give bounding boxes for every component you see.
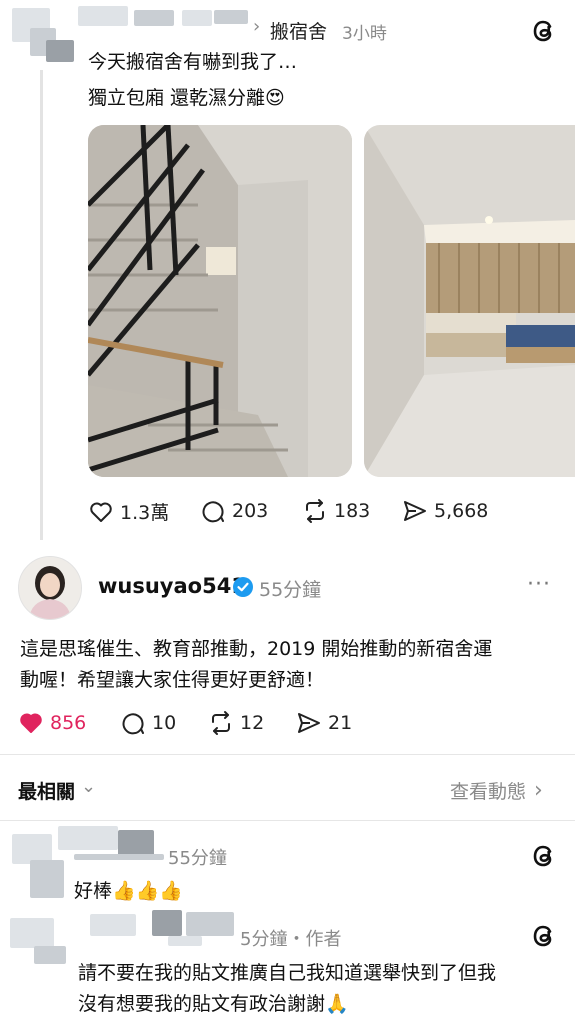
post-photo-staircase[interactable] xyxy=(88,125,352,477)
reply-share-count: 21 xyxy=(328,712,353,734)
post-like-count: 1.3萬 xyxy=(120,502,170,524)
repost-icon xyxy=(306,499,324,523)
reply-time: 55分鐘 xyxy=(259,579,322,601)
thread-line xyxy=(40,70,43,540)
divider xyxy=(0,754,575,755)
heart-filled-icon xyxy=(20,713,42,733)
reply-share-button[interactable]: 21 xyxy=(296,710,352,736)
post-photo-room[interactable] xyxy=(364,125,575,477)
comment-2-time: 5分鐘・作者 xyxy=(240,929,342,950)
post-comment-count: 203 xyxy=(232,500,269,522)
threads-icon[interactable] xyxy=(530,16,560,46)
heart-icon xyxy=(90,502,112,522)
post-comment-button[interactable]: 203 xyxy=(200,498,268,524)
post-repost-button[interactable]: 183 xyxy=(302,498,370,524)
comment-1-time: 55分鐘 xyxy=(168,848,227,869)
threads-icon[interactable] xyxy=(530,921,560,951)
verified-badge-icon xyxy=(233,577,253,597)
post-share-button[interactable]: 5,668 xyxy=(402,498,488,524)
view-activity-label: 查看動態 xyxy=(450,781,527,803)
comment-icon xyxy=(122,713,144,735)
reply-text-line2: 動喔！希望讓大家住得更好更舒適！ xyxy=(20,669,325,691)
post-share-count: 5,668 xyxy=(434,500,489,522)
post-time: 3小時 xyxy=(342,24,387,44)
breadcrumb-arrow: › xyxy=(253,16,261,37)
comment-icon xyxy=(202,501,224,523)
reply-text-line1: 這是思瑤催生、教育部推動，2019 開始推動的新宿舍運 xyxy=(20,638,493,660)
reply-username[interactable]: wusuyao541 xyxy=(98,574,246,598)
divider xyxy=(0,820,575,821)
sort-label: 最相關 xyxy=(18,781,76,803)
repost-icon xyxy=(212,711,230,735)
chevron-right-icon: › xyxy=(534,778,543,803)
send-icon xyxy=(298,713,320,733)
more-options-icon[interactable]: ··· xyxy=(527,572,551,597)
chevron-down-icon: ⌄ xyxy=(81,776,97,797)
post-repost-count: 183 xyxy=(334,500,371,522)
comment-2-text-line2: 沒有想要我的貼文有政治謝謝🙏 xyxy=(78,993,349,1015)
threads-icon[interactable] xyxy=(530,841,560,871)
reply-comment-count: 10 xyxy=(152,712,177,734)
send-icon xyxy=(404,501,426,521)
reply-like-count: 856 xyxy=(50,712,87,734)
post-text-line2: 獨立包廂 還乾濕分離😍 xyxy=(88,87,285,109)
post-like-button[interactable]: 1.3萬 xyxy=(88,498,169,525)
post-text-line1: 今天搬宿舍有嚇到我了… xyxy=(88,51,298,73)
post-channel[interactable]: 搬宿舍 xyxy=(270,17,327,44)
avatar[interactable] xyxy=(18,556,82,620)
reply-repost-button[interactable]: 12 xyxy=(208,710,264,736)
reply-repost-count: 12 xyxy=(240,712,265,734)
comment-1-text: 好棒👍👍👍 xyxy=(74,880,183,902)
view-activity-link[interactable]: 查看動態 › xyxy=(450,777,543,804)
reply-comment-button[interactable]: 10 xyxy=(120,710,176,736)
reply-like-button[interactable]: 856 xyxy=(18,710,86,736)
sort-dropdown[interactable]: 最相關 ⌄ xyxy=(18,776,97,804)
comment-2-text-line1: 請不要在我的貼文推廣自己我知道選舉快到了但我 xyxy=(78,962,497,984)
